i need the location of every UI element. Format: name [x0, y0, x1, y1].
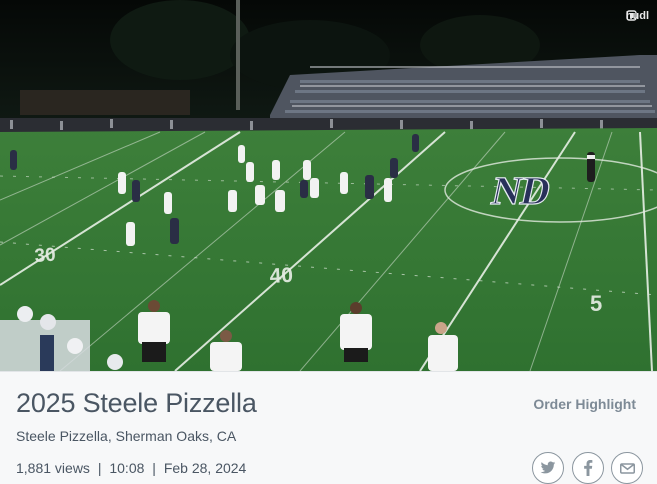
hudl-logo: hudl — [626, 10, 649, 22]
email-icon — [619, 462, 635, 474]
hudl-mark-icon — [626, 10, 637, 21]
share-twitter-button[interactable] — [532, 452, 564, 484]
yard-marker-40: 40 — [269, 264, 294, 288]
share-email-button[interactable] — [611, 452, 643, 484]
meta-separator: | — [152, 460, 156, 476]
twitter-icon — [540, 461, 556, 474]
order-highlight-button[interactable]: Order Highlight — [533, 396, 636, 412]
athlete-location: Steele Pizzella, Sherman Oaks, CA — [16, 428, 237, 444]
video-duration: 10:08 — [109, 460, 145, 476]
share-facebook-button[interactable] — [572, 452, 604, 484]
facebook-icon — [584, 460, 593, 476]
meta-separator: | — [97, 460, 102, 476]
video-player[interactable]: ND 30 40 5 hudl — [0, 0, 657, 371]
yard-marker-5: 5 — [590, 291, 602, 316]
highlight-title: 2025 Steele Pizzella — [16, 388, 257, 418]
video-frame: ND 30 40 5 — [0, 0, 657, 371]
view-count: 1,881 views — [16, 460, 90, 476]
yard-marker-30: 30 — [34, 245, 57, 267]
upload-date: Feb 28, 2024 — [163, 460, 247, 476]
svg-text:ND: ND — [488, 168, 555, 213]
highlight-meta: 1,881 views | 10:08 | Feb 28, 2024 — [16, 460, 246, 476]
